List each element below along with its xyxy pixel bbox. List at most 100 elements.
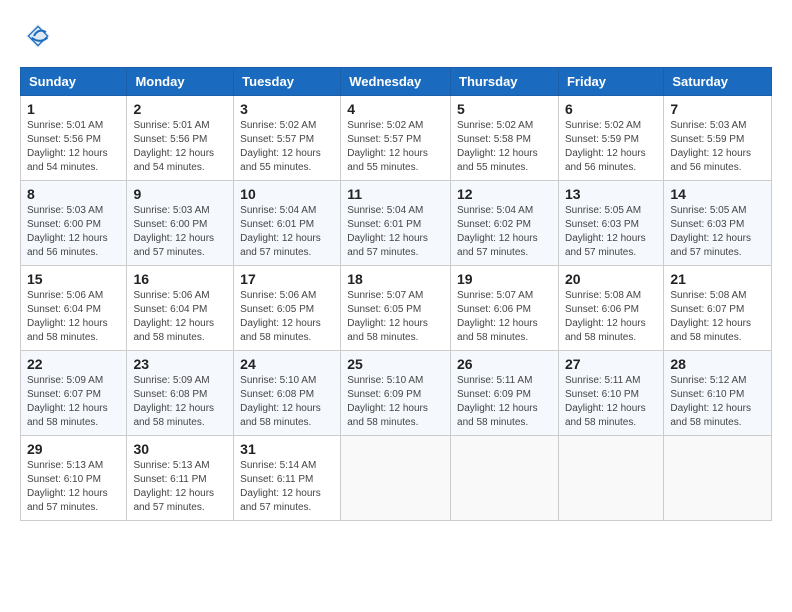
day-info: Sunrise: 5:02 AM Sunset: 5:57 PM Dayligh… (240, 119, 334, 175)
page-header (20, 20, 772, 57)
day-number: 2 (133, 101, 227, 117)
day-info: Sunrise: 5:11 AM Sunset: 6:09 PM Dayligh… (457, 374, 552, 430)
calendar-cell: 16 Sunrise: 5:06 AM Sunset: 6:04 PM Dayli… (127, 266, 234, 351)
calendar-cell: 12 Sunrise: 5:04 AM Sunset: 6:02 PM Dayli… (451, 181, 559, 266)
calendar-cell: 27Sunrise: 5:11 AM Sunset: 6:10 PM Dayli… (558, 351, 663, 436)
day-number: 7 (670, 101, 765, 117)
day-info: Sunrise: 5:02 AM Sunset: 5:57 PM Dayligh… (347, 119, 444, 175)
day-number: 9 (133, 186, 227, 202)
calendar-week-row: 15 Sunrise: 5:06 AM Sunset: 6:04 PM Dayli… (21, 266, 772, 351)
day-number: 23 (133, 356, 227, 372)
calendar-cell: 14 Sunrise: 5:05 AM Sunset: 6:03 PM Dayli… (664, 181, 772, 266)
day-info: Sunrise: 5:05 AM Sunset: 6:03 PM Dayligh… (670, 204, 765, 260)
day-number: 10 (240, 186, 334, 202)
day-number: 19 (457, 271, 552, 287)
calendar-cell: 31Sunrise: 5:14 AM Sunset: 6:11 PM Dayli… (234, 436, 341, 521)
calendar-cell (664, 436, 772, 521)
day-info: Sunrise: 5:04 AM Sunset: 6:02 PM Dayligh… (457, 204, 552, 260)
calendar-cell: 24Sunrise: 5:10 AM Sunset: 6:08 PM Dayli… (234, 351, 341, 436)
day-of-week-header: Tuesday (234, 68, 341, 96)
day-info: Sunrise: 5:09 AM Sunset: 6:07 PM Dayligh… (27, 374, 120, 430)
day-info: Sunrise: 5:10 AM Sunset: 6:08 PM Dayligh… (240, 374, 334, 430)
calendar-cell: 15 Sunrise: 5:06 AM Sunset: 6:04 PM Dayli… (21, 266, 127, 351)
day-of-week-header: Wednesday (341, 68, 451, 96)
calendar-cell: 1Sunrise: 5:01 AM Sunset: 5:56 PM Daylig… (21, 96, 127, 181)
day-number: 31 (240, 441, 334, 457)
day-number: 15 (27, 271, 120, 287)
calendar-header-row: SundayMondayTuesdayWednesdayThursdayFrid… (21, 68, 772, 96)
day-number: 28 (670, 356, 765, 372)
calendar-cell: 30 Sunrise: 5:13 AM Sunset: 6:11 PM Dayli… (127, 436, 234, 521)
day-info: Sunrise: 5:06 AM Sunset: 6:04 PM Dayligh… (27, 289, 120, 345)
calendar-table: SundayMondayTuesdayWednesdayThursdayFrid… (20, 67, 772, 521)
day-info: Sunrise: 5:01 AM Sunset: 5:56 PM Dayligh… (27, 119, 120, 175)
day-info: Sunrise: 5:10 AM Sunset: 6:09 PM Dayligh… (347, 374, 444, 430)
day-info: Sunrise: 5:08 AM Sunset: 6:06 PM Dayligh… (565, 289, 657, 345)
calendar-cell: 4 Sunrise: 5:02 AM Sunset: 5:57 PM Daylig… (341, 96, 451, 181)
calendar-cell: 11 Sunrise: 5:04 AM Sunset: 6:01 PM Dayli… (341, 181, 451, 266)
calendar-week-row: 1Sunrise: 5:01 AM Sunset: 5:56 PM Daylig… (21, 96, 772, 181)
calendar-cell: 26 Sunrise: 5:11 AM Sunset: 6:09 PM Dayli… (451, 351, 559, 436)
day-info: Sunrise: 5:03 AM Sunset: 6:00 PM Dayligh… (27, 204, 120, 260)
day-number: 14 (670, 186, 765, 202)
day-number: 12 (457, 186, 552, 202)
day-of-week-header: Thursday (451, 68, 559, 96)
calendar-cell: 28Sunrise: 5:12 AM Sunset: 6:10 PM Dayli… (664, 351, 772, 436)
day-info: Sunrise: 5:06 AM Sunset: 6:04 PM Dayligh… (133, 289, 227, 345)
calendar-week-row: 8 Sunrise: 5:03 AM Sunset: 6:00 PM Daylig… (21, 181, 772, 266)
day-number: 25 (347, 356, 444, 372)
day-number: 17 (240, 271, 334, 287)
day-number: 29 (27, 441, 120, 457)
calendar-cell: 21 Sunrise: 5:08 AM Sunset: 6:07 PM Dayli… (664, 266, 772, 351)
day-number: 6 (565, 101, 657, 117)
day-info: Sunrise: 5:04 AM Sunset: 6:01 PM Dayligh… (347, 204, 444, 260)
calendar-cell (451, 436, 559, 521)
day-of-week-header: Friday (558, 68, 663, 96)
day-number: 22 (27, 356, 120, 372)
day-info: Sunrise: 5:08 AM Sunset: 6:07 PM Dayligh… (670, 289, 765, 345)
calendar-cell: 23Sunrise: 5:09 AM Sunset: 6:08 PM Dayli… (127, 351, 234, 436)
day-info: Sunrise: 5:06 AM Sunset: 6:05 PM Dayligh… (240, 289, 334, 345)
logo (20, 20, 54, 57)
calendar-cell: 8 Sunrise: 5:03 AM Sunset: 6:00 PM Daylig… (21, 181, 127, 266)
day-info: Sunrise: 5:03 AM Sunset: 5:59 PM Dayligh… (670, 119, 765, 175)
calendar-cell: 29 Sunrise: 5:13 AM Sunset: 6:10 PM Dayli… (21, 436, 127, 521)
day-number: 20 (565, 271, 657, 287)
day-number: 3 (240, 101, 334, 117)
day-info: Sunrise: 5:07 AM Sunset: 6:06 PM Dayligh… (457, 289, 552, 345)
day-number: 4 (347, 101, 444, 117)
day-of-week-header: Sunday (21, 68, 127, 96)
day-info: Sunrise: 5:13 AM Sunset: 6:11 PM Dayligh… (133, 459, 227, 515)
day-info: Sunrise: 5:02 AM Sunset: 5:58 PM Dayligh… (457, 119, 552, 175)
day-info: Sunrise: 5:01 AM Sunset: 5:56 PM Dayligh… (133, 119, 227, 175)
calendar-cell: 7 Sunrise: 5:03 AM Sunset: 5:59 PM Daylig… (664, 96, 772, 181)
calendar-week-row: 22 Sunrise: 5:09 AM Sunset: 6:07 PM Dayli… (21, 351, 772, 436)
day-info: Sunrise: 5:02 AM Sunset: 5:59 PM Dayligh… (565, 119, 657, 175)
calendar-cell: 2 Sunrise: 5:01 AM Sunset: 5:56 PM Daylig… (127, 96, 234, 181)
day-info: Sunrise: 5:05 AM Sunset: 6:03 PM Dayligh… (565, 204, 657, 260)
day-number: 11 (347, 186, 444, 202)
day-number: 26 (457, 356, 552, 372)
day-of-week-header: Saturday (664, 68, 772, 96)
calendar-cell (558, 436, 663, 521)
calendar-cell: 22 Sunrise: 5:09 AM Sunset: 6:07 PM Dayli… (21, 351, 127, 436)
day-number: 8 (27, 186, 120, 202)
day-info: Sunrise: 5:03 AM Sunset: 6:00 PM Dayligh… (133, 204, 227, 260)
day-number: 5 (457, 101, 552, 117)
calendar-cell (341, 436, 451, 521)
day-of-week-header: Monday (127, 68, 234, 96)
calendar-cell: 5 Sunrise: 5:02 AM Sunset: 5:58 PM Daylig… (451, 96, 559, 181)
calendar-cell: 10Sunrise: 5:04 AM Sunset: 6:01 PM Dayli… (234, 181, 341, 266)
calendar-cell: 17 Sunrise: 5:06 AM Sunset: 6:05 PM Dayli… (234, 266, 341, 351)
day-number: 21 (670, 271, 765, 287)
day-number: 18 (347, 271, 444, 287)
day-info: Sunrise: 5:07 AM Sunset: 6:05 PM Dayligh… (347, 289, 444, 345)
calendar-cell: 3 Sunrise: 5:02 AM Sunset: 5:57 PM Daylig… (234, 96, 341, 181)
calendar-cell: 19 Sunrise: 5:07 AM Sunset: 6:06 PM Dayli… (451, 266, 559, 351)
day-info: Sunrise: 5:11 AM Sunset: 6:10 PM Dayligh… (565, 374, 657, 430)
calendar-cell: 18 Sunrise: 5:07 AM Sunset: 6:05 PM Dayli… (341, 266, 451, 351)
day-info: Sunrise: 5:13 AM Sunset: 6:10 PM Dayligh… (27, 459, 120, 515)
calendar-cell: 25 Sunrise: 5:10 AM Sunset: 6:09 PM Dayli… (341, 351, 451, 436)
day-number: 30 (133, 441, 227, 457)
day-number: 16 (133, 271, 227, 287)
